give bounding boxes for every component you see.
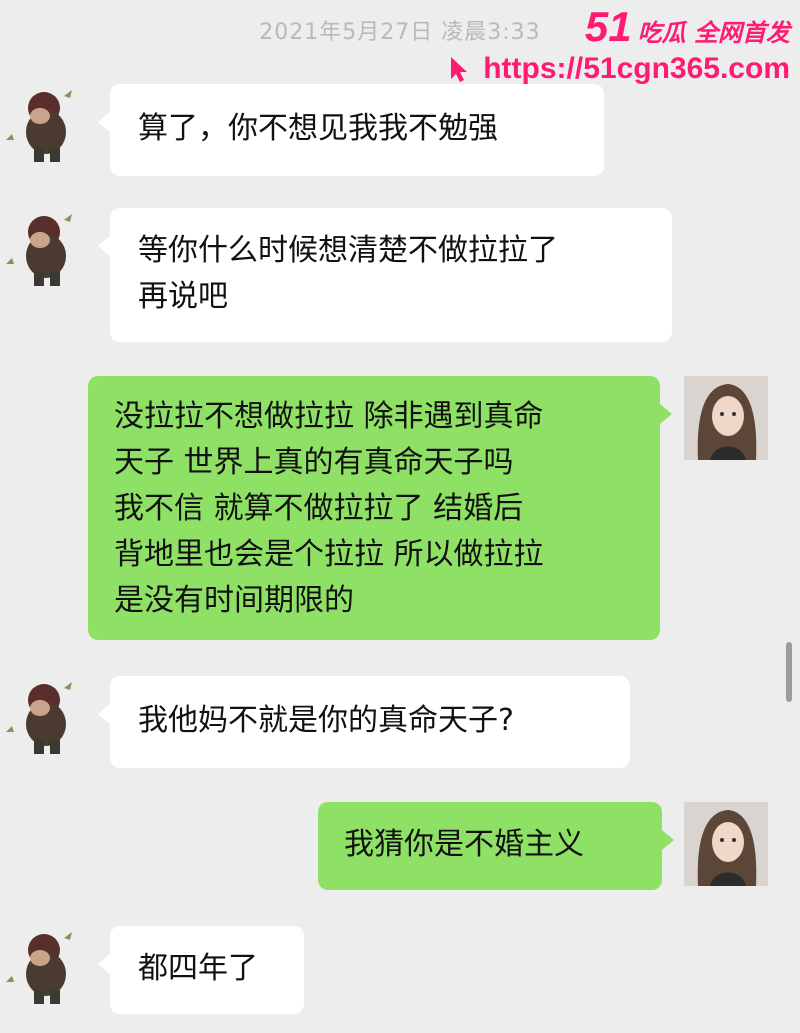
cartoon-character-avatar-icon[interactable] bbox=[4, 926, 88, 1010]
watermark: 51 吃瓜 全网首发 https://51cgn365.com bbox=[445, 6, 790, 86]
scrollbar[interactable] bbox=[786, 642, 792, 702]
outgoing-message-bubble[interactable]: 我猜你是不婚主义 bbox=[318, 802, 674, 890]
chat-screen: 2021年5月27日 凌晨3:33 51 吃瓜 全网首发 https://51c… bbox=[0, 0, 800, 1033]
cartoon-character-avatar-icon[interactable] bbox=[4, 676, 88, 760]
girl-photo-avatar-icon[interactable] bbox=[684, 802, 768, 886]
cursor-arrow-icon bbox=[451, 57, 468, 82]
cartoon-character-avatar-icon[interactable] bbox=[4, 208, 88, 292]
outgoing-message-bubble[interactable]: 没拉拉不想做拉拉 除非遇到真命 天子 世界上真的有真命天子吗 我不信 就算不做拉… bbox=[88, 376, 672, 640]
cartoon-character-avatar-icon[interactable] bbox=[4, 84, 88, 168]
girl-photo-avatar-icon[interactable] bbox=[684, 376, 768, 460]
watermark-url: https://51cgn365.com bbox=[483, 52, 790, 85]
incoming-message-bubble[interactable]: 等你什么时候想清楚不做拉拉了 再说吧 bbox=[98, 208, 672, 342]
watermark-slogan: 吃瓜 全网首发 bbox=[637, 19, 790, 47]
incoming-message-bubble[interactable]: 算了，你不想见我我不勉强 bbox=[98, 84, 604, 176]
incoming-message-bubble[interactable]: 都四年了 bbox=[98, 926, 304, 1014]
incoming-message-bubble[interactable]: 我他妈不就是你的真命天子? bbox=[98, 676, 630, 768]
watermark-brand: 51 bbox=[584, 3, 632, 50]
